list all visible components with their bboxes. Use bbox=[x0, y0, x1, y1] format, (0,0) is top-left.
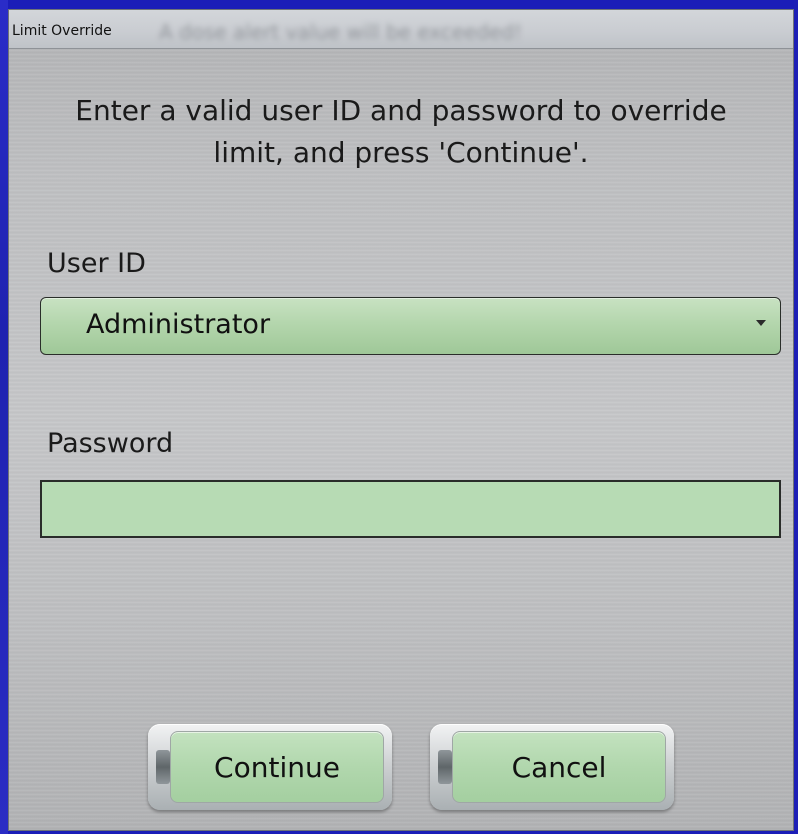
password-label: Password bbox=[47, 428, 174, 459]
continue-button[interactable]: Continue bbox=[148, 724, 392, 810]
cancel-button-face[interactable]: Cancel bbox=[452, 731, 666, 803]
continue-button-side-grip bbox=[156, 750, 170, 784]
user-id-label: User ID bbox=[47, 248, 146, 279]
cancel-button[interactable]: Cancel bbox=[430, 724, 674, 810]
instruction-line-2: limit, and press 'Continue'. bbox=[213, 136, 589, 169]
background-alert-text: A dose alert value will be exceeded! bbox=[159, 20, 523, 44]
password-field[interactable] bbox=[40, 480, 781, 538]
cancel-button-side-grip bbox=[438, 750, 452, 784]
desktop-background-left bbox=[0, 0, 8, 834]
cancel-button-label: Cancel bbox=[511, 750, 607, 784]
limit-override-dialog: Limit Override A dose alert value will b… bbox=[8, 9, 794, 831]
window-title: Limit Override bbox=[12, 23, 112, 39]
instruction-line-1: Enter a valid user ID and password to ov… bbox=[75, 94, 727, 127]
instruction-text: Enter a valid user ID and password to ov… bbox=[9, 90, 793, 174]
user-id-selected-value: Administrator bbox=[86, 309, 271, 340]
user-id-dropdown[interactable]: Administrator bbox=[40, 297, 781, 355]
desktop-background-right bbox=[794, 0, 798, 834]
chevron-down-icon[interactable] bbox=[756, 320, 766, 326]
title-bar[interactable]: Limit Override A dose alert value will b… bbox=[9, 10, 793, 49]
continue-button-face[interactable]: Continue bbox=[170, 731, 384, 803]
continue-button-label: Continue bbox=[214, 750, 340, 784]
